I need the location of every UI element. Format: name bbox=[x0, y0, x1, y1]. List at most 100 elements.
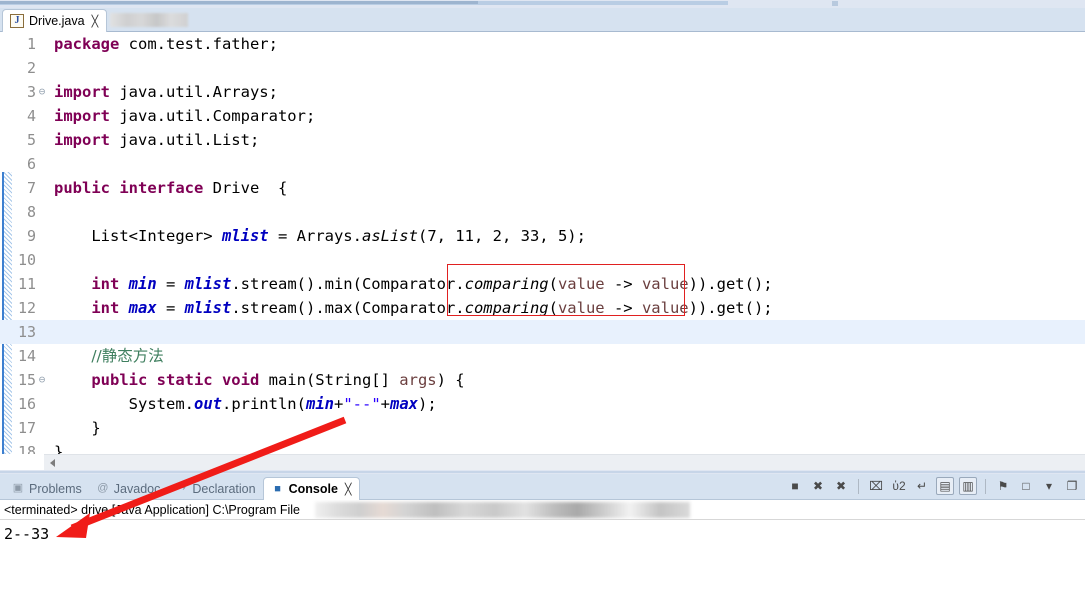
code-token: )).get(); bbox=[688, 299, 773, 317]
code-text: int max = mlist.stream().max(Comparator.… bbox=[48, 296, 773, 320]
code-token: mlist bbox=[221, 227, 269, 245]
code-token: ( bbox=[548, 299, 558, 317]
code-line[interactable]: 8 bbox=[0, 200, 1085, 224]
console-tab-problems[interactable]: ▣ Problems bbox=[4, 477, 89, 500]
pin-console-icon[interactable]: ⚑ bbox=[994, 477, 1012, 495]
scroll-left-arrow-icon[interactable] bbox=[50, 459, 55, 467]
code-token: ( bbox=[548, 275, 558, 293]
code-token: mlist bbox=[184, 299, 232, 317]
code-token: public interface bbox=[54, 179, 213, 197]
line-number: 4 bbox=[26, 107, 36, 125]
code-token: .stream().max(Comparator. bbox=[231, 299, 465, 317]
code-token: java.util.Comparator; bbox=[119, 107, 316, 125]
code-line[interactable]: 6 bbox=[0, 152, 1085, 176]
eclipse-window: J Drive.java ╳ 1 package com.test.father;… bbox=[0, 0, 1085, 596]
line-number: 13 bbox=[17, 323, 36, 341]
code-token: (7, 11, 2, 33, 5); bbox=[417, 227, 586, 245]
code-line[interactable]: 16 System.out.println(min+"--"+max); bbox=[0, 392, 1085, 416]
code-token: -> bbox=[604, 299, 642, 317]
code-text: import java.util.List; bbox=[48, 128, 259, 152]
word-wrap-icon[interactable]: ↵ bbox=[913, 477, 931, 495]
code-text: public interface Drive { bbox=[48, 176, 287, 200]
fold-toggle-icon[interactable]: ⊖ bbox=[36, 80, 48, 104]
line-number: 11 bbox=[17, 275, 36, 293]
toolbar-separator bbox=[858, 478, 859, 494]
line-number: 15 bbox=[17, 371, 36, 389]
code-lines-container: 1 package com.test.father; 2 3 ⊖ import java.… bbox=[0, 32, 1085, 464]
code-line[interactable]: 2 bbox=[0, 56, 1085, 80]
display-selected-console-icon[interactable]: □ bbox=[1017, 477, 1035, 495]
code-token: + bbox=[380, 395, 390, 413]
line-number: 14 bbox=[17, 347, 36, 365]
line-number: 10 bbox=[17, 251, 36, 269]
console-tab-label: Declaration bbox=[192, 481, 256, 496]
code-line[interactable]: 14 //静态方法 bbox=[0, 344, 1085, 368]
clear-console-icon[interactable]: ⌧ bbox=[867, 477, 885, 495]
scroll-lock-icon[interactable]: ὑ2 bbox=[890, 477, 908, 495]
code-token: comparing bbox=[464, 275, 549, 293]
editor-tab-label: Drive.java bbox=[29, 14, 85, 28]
fold-toggle-icon[interactable]: ⊖ bbox=[36, 368, 48, 392]
code-line[interactable]: 17 } bbox=[0, 416, 1085, 440]
code-line[interactable]: 5 import java.util.List; bbox=[0, 128, 1085, 152]
code-token: -> bbox=[604, 275, 642, 293]
code-token: } bbox=[54, 419, 101, 437]
redacted-path-region bbox=[315, 502, 690, 518]
open-console-icon[interactable]: ❐ bbox=[1063, 477, 1081, 495]
code-token: + bbox=[333, 395, 344, 413]
code-token: = bbox=[156, 275, 185, 293]
code-line[interactable]: 9 List<Integer> mlist = Arrays.asList(7,… bbox=[0, 224, 1085, 248]
terminate-all-icon[interactable]: ✖ bbox=[809, 477, 827, 495]
code-token: { bbox=[259, 179, 288, 197]
close-icon[interactable]: ╳ bbox=[345, 483, 352, 496]
line-number: 12 bbox=[17, 299, 36, 317]
console-tab-javadoc[interactable]: @ Javadoc bbox=[89, 477, 168, 500]
editor-tab-drive-java[interactable]: J Drive.java ╳ bbox=[2, 9, 108, 32]
code-token: ) { bbox=[436, 371, 465, 389]
code-token: min bbox=[305, 395, 334, 413]
editor-horizontal-scrollbar[interactable] bbox=[44, 454, 1085, 470]
code-token: java.util.List; bbox=[119, 131, 260, 149]
code-line[interactable]: 15 ⊖ public static void main(String[] arg… bbox=[0, 368, 1085, 392]
code-line[interactable]: 11 int min = mlist.stream().min(Comparat… bbox=[0, 272, 1085, 296]
code-token: import bbox=[54, 131, 120, 149]
code-token: value bbox=[557, 275, 605, 293]
code-token: java.util.Arrays; bbox=[119, 83, 278, 101]
code-line[interactable]: 12 int max = mlist.stream().max(Comparat… bbox=[0, 296, 1085, 320]
line-number: 7 bbox=[26, 179, 36, 197]
code-text: List<Integer> mlist = Arrays.asList(7, 1… bbox=[48, 224, 586, 248]
code-line[interactable]: 10 bbox=[0, 248, 1085, 272]
code-line[interactable]: 1 package com.test.father; bbox=[0, 32, 1085, 56]
console-output[interactable]: 2--33 bbox=[0, 521, 1085, 596]
code-line[interactable]: 13 bbox=[0, 320, 1085, 344]
line-number: 6 bbox=[26, 155, 36, 173]
top-strip-nub bbox=[832, 1, 838, 6]
code-token: min bbox=[128, 275, 157, 293]
code-token: = bbox=[156, 299, 185, 317]
code-line[interactable]: 3 ⊖ import java.util.Arrays; bbox=[0, 80, 1085, 104]
code-token: public static void bbox=[91, 371, 269, 389]
console-menu-dropdown-icon[interactable]: ▾ bbox=[1040, 477, 1058, 495]
console-tab-console[interactable]: ■ Console ╳ bbox=[262, 477, 360, 500]
code-token: )).get(); bbox=[688, 275, 773, 293]
top-toolbar-strip bbox=[0, 0, 1085, 8]
terminate-icon[interactable]: ■ bbox=[786, 477, 804, 495]
show-console-on-error-icon[interactable]: ▥ bbox=[959, 477, 977, 495]
close-icon[interactable]: ╳ bbox=[92, 16, 99, 27]
code-editor[interactable]: 1 package com.test.father; 2 3 ⊖ import java.… bbox=[0, 32, 1085, 470]
remove-all-terminated-icon[interactable]: ✖ bbox=[832, 477, 850, 495]
show-console-on-output-icon[interactable]: ▤ bbox=[936, 477, 954, 495]
console-icon: ■ bbox=[274, 482, 281, 495]
code-text: int min = mlist.stream().min(Comparator.… bbox=[48, 272, 773, 296]
code-text: } bbox=[48, 416, 101, 440]
code-line[interactable]: 7 public interface Drive { bbox=[0, 176, 1085, 200]
console-tab-declaration[interactable]: ↪ Declaration bbox=[167, 477, 262, 500]
code-line[interactable]: 4 import java.util.Comparator; bbox=[0, 104, 1085, 128]
code-token: com.test.father; bbox=[128, 35, 278, 53]
code-token: asList bbox=[361, 227, 418, 245]
line-number: 17 bbox=[17, 419, 36, 437]
line-number: 2 bbox=[26, 59, 36, 77]
